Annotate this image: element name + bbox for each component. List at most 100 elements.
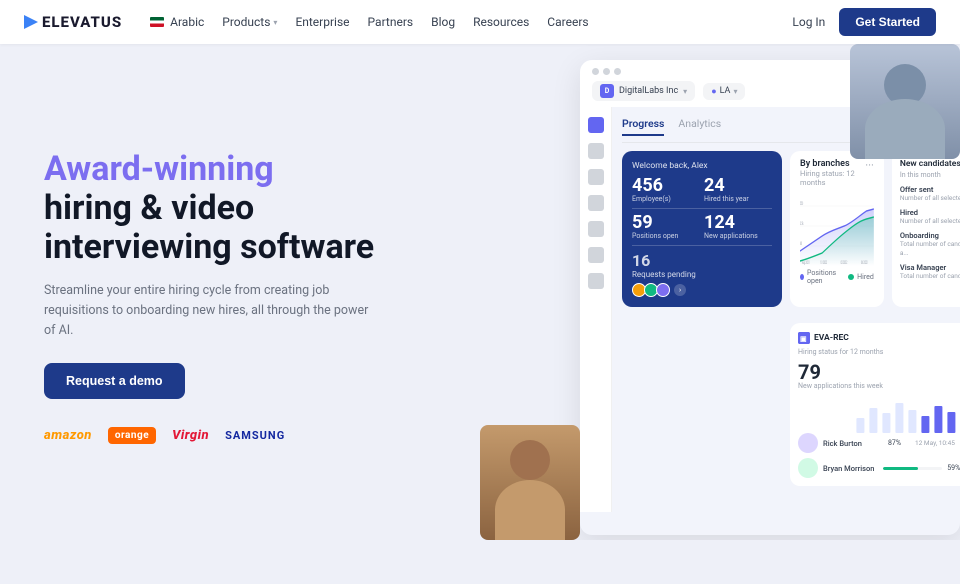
logo[interactable]: ELEVATUS <box>24 13 122 31</box>
tab-analytics[interactable]: Analytics <box>678 117 721 136</box>
dashboard-bottom-row: ▣ EVA-REC ··· Hiring status for 12 month… <box>622 323 950 486</box>
hero-section: Award-winning hiring & video interviewin… <box>0 44 480 540</box>
stat-divider <box>632 208 772 209</box>
legend-positions: Positions open <box>800 269 838 285</box>
candidate-avatar-2 <box>798 458 818 478</box>
metric-offer-sent: Offer sent Number of all selected candi.… <box>900 185 960 203</box>
stat-positions-label: Positions open <box>632 232 700 240</box>
hero-headline-rest: hiring & video interviewing software <box>44 188 374 267</box>
svg-text:3.5k: 3.5k <box>800 221 804 226</box>
nav-products[interactable]: Products ▾ <box>222 15 277 29</box>
stat-divider-2 <box>632 245 772 246</box>
chart-area: Aug 2021 10 2022 02 2022 04 2022 550 3.5… <box>800 191 874 266</box>
eva-rec-number: 79 <box>798 362 960 382</box>
get-started-button[interactable]: Get Started <box>839 8 936 36</box>
candidate-row-1: Rick Burton 87% 12 May, 10:45 +2 Senior … <box>798 433 960 453</box>
sidebar-icon-chat[interactable] <box>588 195 604 211</box>
hero-headline: Award-winning hiring & video interviewin… <box>44 150 440 267</box>
stat-hired-label: Hired this year <box>704 195 772 203</box>
sidebar-icon-video[interactable] <box>588 221 604 237</box>
tab-progress[interactable]: Progress <box>622 117 664 136</box>
welcome-title: Welcome back, Alex <box>632 161 772 171</box>
legend-hired: Hired <box>848 269 874 285</box>
legend-positions-dot <box>800 274 804 280</box>
eva-rec-sub: Hiring status for 12 months <box>798 348 960 356</box>
eva-rec-card: ▣ EVA-REC ··· Hiring status for 12 month… <box>790 323 960 486</box>
pending-label: Requests pending <box>632 270 696 279</box>
eva-rec-name: ▣ EVA-REC <box>798 332 849 344</box>
candidate-name-2: Bryan Morrison <box>823 464 878 473</box>
stat-employees: 456 Employee(s) <box>632 177 700 203</box>
person-image-top <box>850 44 960 159</box>
candidate-pct-1: 87% <box>888 439 910 447</box>
navbar: ELEVATUS Arabic Products ▾ Enterprise Pa… <box>0 0 960 44</box>
nav-resources[interactable]: Resources <box>473 15 529 29</box>
chart-legend: Positions open Hired <box>800 269 874 285</box>
pending-row: 16 Requests pending <box>632 251 772 279</box>
nav-enterprise[interactable]: Enterprise <box>295 15 349 29</box>
login-link[interactable]: Log In <box>792 15 825 29</box>
dot-2 <box>603 68 610 75</box>
arabic-flag-icon <box>150 17 164 27</box>
nav-links: Arabic Products ▾ Enterprise Partners Bl… <box>150 15 792 29</box>
svg-text:04 2022: 04 2022 <box>861 260 868 265</box>
dashboard-top-grid: Welcome back, Alex 456 Employee(s) 24 Hi… <box>622 151 950 315</box>
dashboard-sidebar <box>580 107 612 512</box>
request-demo-button[interactable]: Request a demo <box>44 363 185 399</box>
chart-subtitle: Hiring status: 12 months <box>800 169 865 187</box>
chart-title: By branches <box>800 159 865 169</box>
eva-rec-icon: ▣ <box>798 332 810 344</box>
eva-rec-chart-svg <box>798 398 960 433</box>
company-icon: D <box>600 84 614 98</box>
nav-right: Log In Get Started <box>792 8 936 36</box>
candidate-pct-2: 59% <box>947 464 960 472</box>
new-card-subtitle: In this month <box>900 171 960 179</box>
eva-rec-svg: ▣ <box>798 332 810 344</box>
location-badge: ● LA ▾ <box>703 83 745 100</box>
dot-3 <box>614 68 621 75</box>
chart-card: By branches Hiring status: 12 months ··· <box>790 151 884 307</box>
sidebar-icon-info[interactable] <box>588 273 604 289</box>
stats-grid-2: 59 Positions open 124 New applications <box>632 214 772 240</box>
nav-careers[interactable]: Careers <box>547 15 588 29</box>
person-image-bottom <box>480 425 580 540</box>
hero-subtext: Streamline your entire hiring cycle from… <box>44 281 374 341</box>
stats-grid: 456 Employee(s) 24 Hired this year <box>632 177 772 203</box>
metric-hired: Hired Number of all selected plan... <box>900 208 960 226</box>
candidate-bar-wrap-2 <box>883 467 942 470</box>
eva-rec-mini-chart <box>798 398 960 433</box>
chevron-down-icon: ▾ <box>273 18 277 27</box>
brand-orange: orange <box>108 427 156 444</box>
sidebar-icon-circle[interactable] <box>588 169 604 185</box>
chart-menu-icon[interactable]: ··· <box>865 159 874 172</box>
company-chevron: ▾ <box>683 87 687 96</box>
candidate-bar-2 <box>883 467 918 470</box>
candidate-avatar-1 <box>798 433 818 453</box>
nav-partners[interactable]: Partners <box>368 15 414 29</box>
sidebar-icon-home[interactable] <box>588 117 604 133</box>
company-badge: D DigitalLabs Inc ▾ <box>592 81 695 101</box>
eva-rec-header: ▣ EVA-REC ··· <box>798 331 960 344</box>
bottom-spacer <box>622 323 782 486</box>
company-name: DigitalLabs Inc <box>619 86 678 96</box>
chart-header: By branches Hiring status: 12 months ··· <box>800 159 874 187</box>
hero-headline-highlight: Award-winning <box>44 149 274 189</box>
avatar-arrow[interactable]: › <box>674 284 686 296</box>
svg-text:02 2022: 02 2022 <box>841 260 848 265</box>
sidebar-icon-msg[interactable] <box>588 247 604 263</box>
chart-svg: Aug 2021 10 2022 02 2022 04 2022 550 3.5… <box>800 191 874 266</box>
nav-arabic[interactable]: Arabic <box>150 15 204 29</box>
sidebar-icon-grid[interactable] <box>588 143 604 159</box>
legend-hired-dot <box>848 274 854 280</box>
stat-positions-number: 59 <box>632 214 700 232</box>
stat-applications: 124 New applications <box>704 214 772 240</box>
new-candidates-card: New candidates In this month Offer sent … <box>892 151 960 307</box>
brand-samsung: SAMSUNG <box>225 429 285 442</box>
nav-blog[interactable]: Blog <box>431 15 455 29</box>
brand-virgin: Virgin <box>172 428 209 443</box>
right-panel: D DigitalLabs Inc ▾ ● LA ▾ <box>480 44 960 540</box>
stat-hired-number: 24 <box>704 177 772 195</box>
welcome-card: Welcome back, Alex 456 Employee(s) 24 Hi… <box>622 151 782 307</box>
stat-hired: 24 Hired this year <box>704 177 772 203</box>
candidate-row-2: Bryan Morrison 59% Software Enginee <box>798 458 960 478</box>
